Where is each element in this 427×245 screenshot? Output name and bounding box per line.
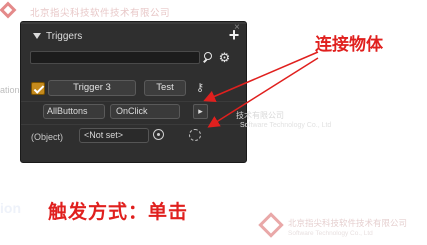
left-watermark-fragment: ion bbox=[0, 200, 21, 216]
bottom-watermark-text-en: Software Technology Co., Ltd bbox=[288, 230, 373, 237]
bottom-logo-icon bbox=[258, 212, 284, 238]
trigger-mode-annotation: 触发方式：单击 bbox=[48, 201, 189, 223]
bottom-watermark-text: 北京指尖科技软件技术有限公司 bbox=[288, 218, 408, 228]
bottom-logo-watermark: 北京指尖科技软件技术有限公司 Software Technology Co., … bbox=[248, 212, 427, 245]
